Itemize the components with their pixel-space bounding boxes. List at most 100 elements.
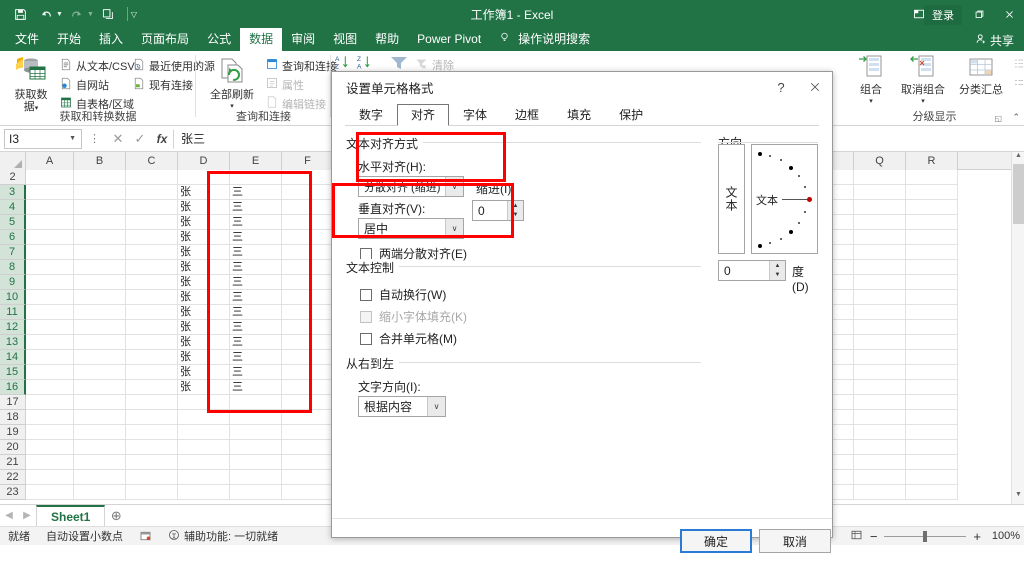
dial-dot-0-selected[interactable] <box>807 197 812 202</box>
cell-A7[interactable] <box>26 245 74 260</box>
cell-F4[interactable] <box>282 200 334 215</box>
add-sheet-icon[interactable]: ⊕ <box>105 508 127 524</box>
cell-B18[interactable] <box>74 410 126 425</box>
row-header-10[interactable]: 10 <box>0 290 26 305</box>
prev-sheet-icon[interactable]: ◀ <box>0 510 18 521</box>
cell-D22[interactable] <box>178 470 230 485</box>
cell-D6[interactable]: 张 <box>178 230 230 245</box>
vertical-align-combo[interactable]: 居中 ∨ <box>358 218 464 239</box>
row-header-14[interactable]: 14 <box>0 350 26 365</box>
save-icon[interactable] <box>8 3 32 25</box>
cell-C16[interactable] <box>126 380 178 395</box>
text-direction-combo[interactable]: 根据内容 ∨ <box>358 396 446 417</box>
cell-F5[interactable] <box>282 215 334 230</box>
close-icon[interactable] <box>994 0 1024 28</box>
scroll-down-icon[interactable]: ▼ <box>1012 491 1024 504</box>
cell-F8[interactable] <box>282 260 334 275</box>
cell-A15[interactable] <box>26 365 74 380</box>
cell-Q13[interactable] <box>854 335 906 350</box>
cell-E14[interactable]: 三 <box>230 350 282 365</box>
cell-R8[interactable] <box>906 260 958 275</box>
ok-button[interactable]: 确定 <box>680 529 752 553</box>
cell-E6[interactable]: 三 <box>230 230 282 245</box>
dial-dot-m75[interactable] <box>769 242 771 244</box>
cell-D5[interactable]: 张 <box>178 215 230 230</box>
cell-Q10[interactable] <box>854 290 906 305</box>
cell-C21[interactable] <box>126 455 178 470</box>
cell-Q14[interactable] <box>854 350 906 365</box>
ribbon-tab-view[interactable]: 视图 <box>324 28 366 51</box>
cell-A16[interactable] <box>26 380 74 395</box>
cell-D18[interactable] <box>178 410 230 425</box>
cell-D13[interactable]: 张 <box>178 335 230 350</box>
cell-D21[interactable] <box>178 455 230 470</box>
cell-C9[interactable] <box>126 275 178 290</box>
cell-Q8[interactable] <box>854 260 906 275</box>
dial-dot-m30[interactable] <box>798 222 800 224</box>
cell-Q6[interactable] <box>854 230 906 245</box>
sheet-tab-sheet1[interactable]: Sheet1 <box>36 505 106 526</box>
cell-C13[interactable] <box>126 335 178 350</box>
row-header-21[interactable]: 21 <box>0 455 26 470</box>
cell-E21[interactable] <box>230 455 282 470</box>
insert-function-icon[interactable]: fx <box>151 132 173 146</box>
spinner-up-icon[interactable]: ▲ <box>508 201 523 211</box>
cell-F21[interactable] <box>282 455 334 470</box>
row-header-9[interactable]: 9 <box>0 275 26 290</box>
cell-B19[interactable] <box>74 425 126 440</box>
cell-D11[interactable]: 张 <box>178 305 230 320</box>
cell-Q2[interactable] <box>854 170 906 185</box>
cell-Q17[interactable] <box>854 395 906 410</box>
dial-dot-60[interactable] <box>780 159 782 161</box>
cell-C7[interactable] <box>126 245 178 260</box>
cell-R5[interactable] <box>906 215 958 230</box>
cell-D17[interactable] <box>178 395 230 410</box>
undo-icon[interactable] <box>34 3 58 25</box>
cell-B7[interactable] <box>74 245 126 260</box>
cell-A5[interactable] <box>26 215 74 230</box>
cell-R19[interactable] <box>906 425 958 440</box>
dialog-tab-fill[interactable]: 填充 <box>553 104 605 126</box>
cell-F6[interactable] <box>282 230 334 245</box>
cell-D4[interactable]: 张 <box>178 200 230 215</box>
cell-R23[interactable] <box>906 485 958 500</box>
cell-Q21[interactable] <box>854 455 906 470</box>
cell-B20[interactable] <box>74 440 126 455</box>
dial-dot-90[interactable] <box>758 152 762 156</box>
outline-dialog-launcher-icon[interactable]: ◱ <box>994 114 1002 123</box>
column-header-A[interactable]: A <box>26 152 74 170</box>
cell-R4[interactable] <box>906 200 958 215</box>
cell-D19[interactable] <box>178 425 230 440</box>
cell-R14[interactable] <box>906 350 958 365</box>
cell-E5[interactable]: 三 <box>230 215 282 230</box>
cell-B12[interactable] <box>74 320 126 335</box>
dialog-tab-font[interactable]: 字体 <box>449 104 501 126</box>
row-header-4[interactable]: 4 <box>0 200 26 215</box>
cell-F2[interactable] <box>282 170 334 185</box>
degrees-spinner[interactable]: 0 ▲ ▼ <box>718 260 786 281</box>
cell-D20[interactable] <box>178 440 230 455</box>
cell-F14[interactable] <box>282 350 334 365</box>
row-header-6[interactable]: 6 <box>0 230 26 245</box>
ribbon-tab-home[interactable]: 开始 <box>48 28 90 51</box>
cell-Q5[interactable] <box>854 215 906 230</box>
cell-D8[interactable]: 张 <box>178 260 230 275</box>
spinner-down-icon[interactable]: ▼ <box>508 211 523 221</box>
vertical-text-button[interactable]: 文本 <box>718 144 745 254</box>
dial-dot-m15[interactable] <box>804 211 806 213</box>
cell-A12[interactable] <box>26 320 74 335</box>
cell-F10[interactable] <box>282 290 334 305</box>
orientation-dial[interactable]: 文本 <box>751 144 818 254</box>
cell-B4[interactable] <box>74 200 126 215</box>
restore-icon[interactable] <box>964 0 994 28</box>
ribbon-tab-insert[interactable]: 插入 <box>90 28 132 51</box>
cell-E7[interactable]: 三 <box>230 245 282 260</box>
dialog-tab-border[interactable]: 边框 <box>501 104 553 126</box>
cell-F15[interactable] <box>282 365 334 380</box>
cell-A8[interactable] <box>26 260 74 275</box>
row-header-19[interactable]: 19 <box>0 425 26 440</box>
cell-R13[interactable] <box>906 335 958 350</box>
cell-B15[interactable] <box>74 365 126 380</box>
cell-C20[interactable] <box>126 440 178 455</box>
cell-B21[interactable] <box>74 455 126 470</box>
